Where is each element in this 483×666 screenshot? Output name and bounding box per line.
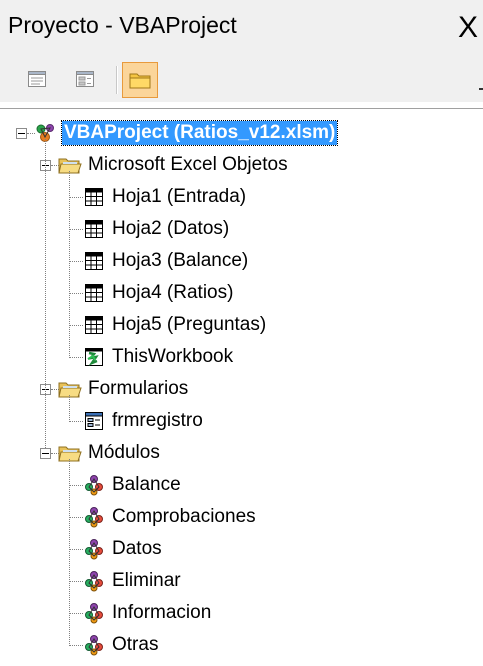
tree-connector bbox=[69, 517, 83, 519]
view-object-icon bbox=[76, 71, 94, 87]
tree-item-label: Informacion bbox=[112, 602, 212, 623]
toolbar-separator bbox=[116, 66, 118, 94]
worksheet-icon bbox=[82, 281, 106, 305]
tree-connector bbox=[69, 395, 71, 422]
worksheet-icon bbox=[82, 185, 106, 209]
tree-connector bbox=[69, 261, 83, 263]
tree-item-label: Hoja4 (Ratios) bbox=[112, 282, 234, 303]
module-icon bbox=[82, 601, 106, 625]
tree-connector bbox=[69, 459, 71, 646]
tree-item-label: VBAProject (Ratios_v12.xlsm) bbox=[60, 120, 339, 146]
tree-connector bbox=[69, 421, 83, 423]
tree-connector bbox=[69, 645, 83, 647]
module-icon bbox=[82, 537, 106, 561]
tree-connector bbox=[69, 229, 83, 231]
module-icon bbox=[82, 633, 106, 657]
toggle-folders-button[interactable] bbox=[122, 62, 158, 98]
tree-connector bbox=[69, 549, 83, 551]
module-icon bbox=[82, 473, 106, 497]
module-icon bbox=[82, 505, 106, 529]
folder-icon bbox=[129, 73, 151, 89]
view-code-button[interactable] bbox=[22, 64, 52, 94]
worksheet-icon bbox=[82, 249, 106, 273]
tree-item-label: frmregistro bbox=[112, 410, 203, 431]
tree-connector bbox=[69, 325, 83, 327]
tree-item-label: Datos bbox=[112, 538, 162, 559]
project-tree-panel: VBAProject (Ratios_v12.xlsm) Microsoft Ex… bbox=[0, 108, 483, 666]
tree-connector bbox=[69, 171, 71, 358]
window-title: Proyecto - VBAProject bbox=[8, 12, 237, 38]
tree-connector bbox=[69, 485, 83, 487]
tree-connector bbox=[69, 581, 83, 583]
tree-connector bbox=[69, 197, 83, 199]
tree-connector bbox=[69, 357, 83, 359]
collapse-toggle[interactable] bbox=[40, 448, 51, 459]
module-icon bbox=[82, 569, 106, 593]
toolbar bbox=[0, 58, 483, 102]
tree-item-label: Hoja1 (Entrada) bbox=[112, 186, 247, 207]
tree-item-label: Formularios bbox=[88, 378, 189, 399]
workbook-icon bbox=[82, 345, 106, 369]
tree-item-label: Hoja2 (Datos) bbox=[112, 218, 230, 239]
worksheet-icon bbox=[82, 313, 106, 337]
worksheet-icon bbox=[82, 217, 106, 241]
view-code-icon bbox=[28, 71, 46, 87]
tree-connector bbox=[69, 613, 83, 615]
tree-item-label: Hoja3 (Balance) bbox=[112, 250, 249, 271]
tree-item-label: Comprobaciones bbox=[112, 506, 256, 527]
tree-item-label: ThisWorkbook bbox=[112, 346, 234, 367]
tree-item-label: Microsoft Excel Objetos bbox=[88, 154, 288, 175]
tree-connector bbox=[69, 293, 83, 295]
title-bar[interactable]: Proyecto - VBAProject X bbox=[0, 0, 483, 58]
tree-item-label: Hoja5 (Preguntas) bbox=[112, 314, 267, 335]
tree-item-label: Módulos bbox=[88, 442, 160, 463]
close-button[interactable]: X bbox=[453, 8, 483, 48]
tree-item-label: Eliminar bbox=[112, 570, 181, 591]
tree-connector bbox=[45, 139, 47, 448]
collapse-toggle[interactable] bbox=[16, 128, 27, 139]
project-explorer-window: Proyecto - VBAProject X VBAProject (Rati… bbox=[0, 0, 483, 666]
tree-item-label: Otras bbox=[112, 634, 159, 655]
userform-icon bbox=[82, 409, 106, 433]
tree-item-label: Balance bbox=[112, 474, 181, 495]
toolbar-overflow-mark bbox=[479, 88, 483, 90]
view-object-button[interactable] bbox=[70, 64, 100, 94]
